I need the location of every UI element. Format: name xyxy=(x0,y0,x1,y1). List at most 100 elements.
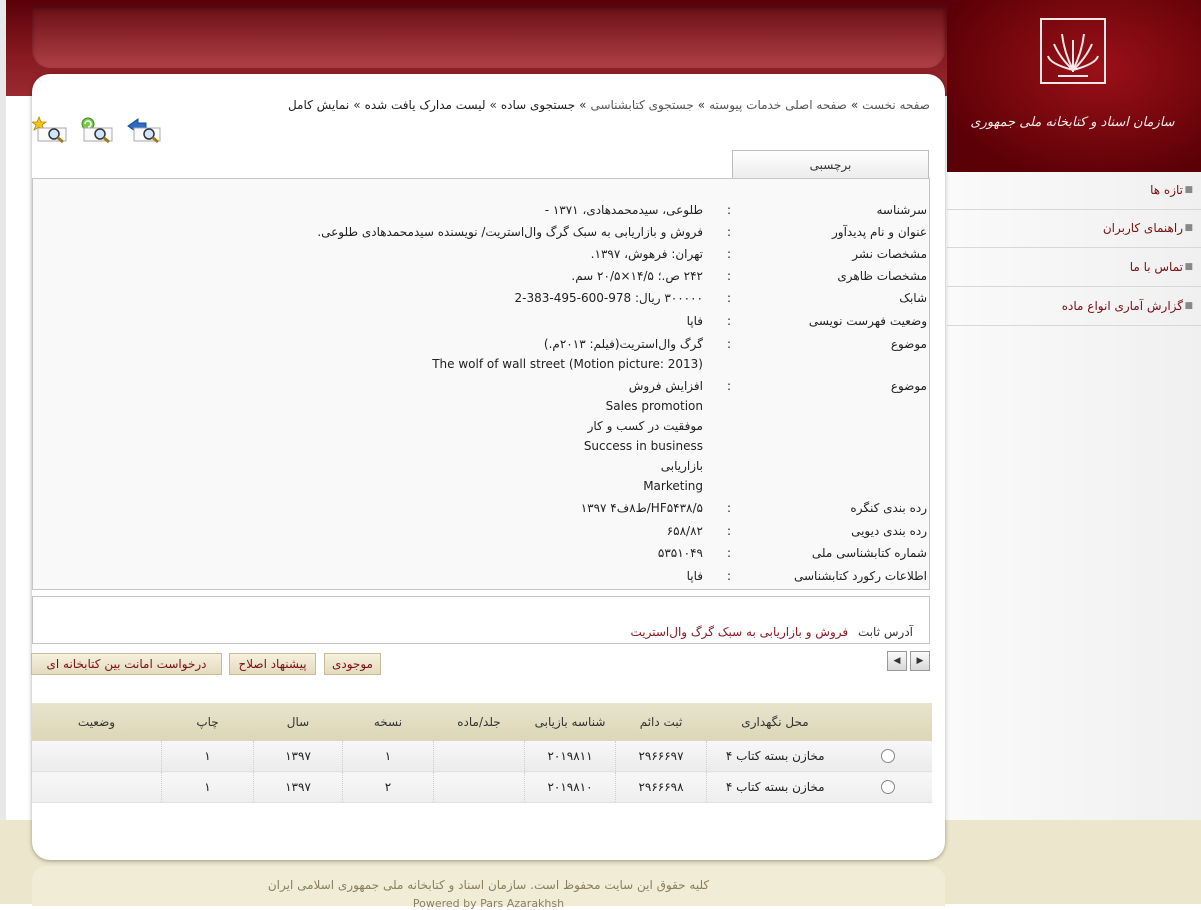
column-header-retrieval-id: شناسه بازیابی xyxy=(524,703,616,741)
record-details-panel: سرشناسه : طلوعی، سیدمحمدهادی، ۱۳۷۱ - عنو… xyxy=(32,178,930,590)
field-label: مشخصات ظاهری xyxy=(837,269,927,283)
field-value: بازاریابی xyxy=(660,459,703,473)
refresh-search-icon[interactable] xyxy=(80,116,114,144)
edition-cell: ۱ xyxy=(161,741,254,772)
breadcrumb-home[interactable]: صفحه نخست xyxy=(862,98,930,112)
accession-cell: ۲۹۶۶۶۹۷ xyxy=(615,741,707,772)
row-radio-button[interactable] xyxy=(880,749,895,764)
location-cell: مخازن بسته کتاب ۴ xyxy=(706,741,844,772)
year-cell: ۱۳۹۷ xyxy=(253,741,343,772)
record-field: رده بندی دیویی : ۶۵۸/۸۲ xyxy=(33,524,929,544)
sidebar-item-news[interactable]: ■ تازه ها xyxy=(947,172,1201,210)
column-header-status: وضعیت xyxy=(31,703,162,741)
sidebar-item-contact[interactable]: ■ تماس با ما xyxy=(947,249,1201,287)
record-field-continuation: Marketing xyxy=(33,479,929,499)
record-field-continuation: The wolf of wall street (Motion picture:… xyxy=(33,357,929,377)
record-field-continuation: موفقیت در کسب و کار xyxy=(33,419,929,439)
holdings-table: محل نگهداری ثبت دائم شناسه بازیابی جلد/م… xyxy=(31,703,932,803)
field-separator: : xyxy=(726,501,731,515)
breadcrumb-separator: » xyxy=(489,98,497,112)
left-edge-strip xyxy=(0,0,6,904)
record-field-continuation: Success in business xyxy=(33,439,929,459)
field-separator: : xyxy=(726,247,731,261)
breadcrumb: صفحه نخست»صفحه اصلی خدمات پیوسته»جستجوی … xyxy=(288,98,930,112)
sidebar-item-label: راهنمای کاربران xyxy=(1102,221,1183,235)
field-value: ۲۴۲ ص.؛ ۱۴/۵×۲۰/۵ سم. xyxy=(571,269,703,283)
interlibrary-loan-button[interactable]: درخواست امانت بین کتابخانه ای xyxy=(31,653,222,675)
field-label: شماره کتابشناسی ملی xyxy=(811,546,927,560)
triangle-right-icon: ▶ xyxy=(916,656,924,666)
suggest-correction-button[interactable]: پیشنهاد اصلاح xyxy=(229,653,316,675)
row-select-cell[interactable] xyxy=(843,771,932,803)
field-separator: : xyxy=(726,225,731,239)
record-field: وضعیت فهرست نویسی : فاپا xyxy=(33,314,929,334)
library-emblem-icon xyxy=(1040,18,1106,84)
field-value: Sales promotion xyxy=(605,399,703,413)
field-label: سرشناسه xyxy=(876,203,928,217)
tab-labeled-view[interactable]: برچسبی xyxy=(732,150,929,178)
volume-cell xyxy=(433,771,525,803)
field-label: مشخصات نشر xyxy=(852,247,927,261)
column-header-year: سال xyxy=(253,703,343,741)
field-value: فروش و بازاریابی به سبک گرگ وال‌استریت/ … xyxy=(317,225,703,239)
column-header-copy: نسخه xyxy=(342,703,434,741)
library-logo-calligraphy: سازمان اسناد و کتابخانه ملی جمهوری اسلام… xyxy=(970,115,1175,200)
record-field: شماره کتابشناسی ملی : ۵۳۵۱۰۴۹ xyxy=(33,546,929,566)
bullet-icon: ■ xyxy=(1184,262,1193,272)
breadcrumb-separator: » xyxy=(353,98,361,112)
permanent-address-box: آدرس ثابت فروش و بازاریابی به سبک گرگ وا… xyxy=(32,596,930,644)
field-label: شابک xyxy=(899,291,927,305)
breadcrumb-separator: » xyxy=(579,98,587,112)
row-select-cell[interactable] xyxy=(843,741,932,772)
sidebar-item-statistics[interactable]: ■ گزارش آماری انواع ماده xyxy=(947,288,1201,326)
bullet-icon: ■ xyxy=(1184,223,1193,233)
column-header-select xyxy=(843,703,932,741)
field-value: افزایش فروش xyxy=(628,379,703,393)
column-header-volume: جلد/ماده xyxy=(433,703,525,741)
record-field-continuation: Sales promotion xyxy=(33,399,929,419)
permanent-address: آدرس ثابت فروش و بازاریابی به سبک گرگ وا… xyxy=(631,625,914,639)
sidebar-item-label: گزارش آماری انواع ماده xyxy=(1061,299,1183,313)
record-field: مشخصات نشر : تهران: فرهوش، ۱۳۹۷. xyxy=(33,247,929,267)
copy-cell: ۱ xyxy=(342,741,434,772)
field-value: فاپا xyxy=(686,569,703,583)
field-value: فاپا xyxy=(686,314,703,328)
new-search-icon[interactable] xyxy=(30,115,67,144)
record-field: سرشناسه : طلوعی، سیدمحمدهادی، ۱۳۷۱ - xyxy=(33,203,929,223)
previous-record-button[interactable]: ◀ xyxy=(887,651,907,671)
field-value: Marketing xyxy=(643,479,703,493)
bullet-icon: ■ xyxy=(1184,301,1193,311)
field-label: عنوان و نام پدیدآور xyxy=(832,225,927,239)
breadcrumb-bibliographic-search[interactable]: جستجوی کتابشناسی xyxy=(590,98,693,112)
record-field: مشخصات ظاهری : ۲۴۲ ص.؛ ۱۴/۵×۲۰/۵ سم. xyxy=(33,269,929,289)
field-label: رده بندی کنگره xyxy=(850,501,927,515)
field-label: وضعیت فهرست نویسی xyxy=(808,314,927,328)
breadcrumb-services[interactable]: صفحه اصلی خدمات پیوسته xyxy=(709,98,847,112)
field-value: ۶۵۸/۸۲ xyxy=(666,524,703,538)
row-radio-button[interactable] xyxy=(880,780,895,795)
record-field: شابک : ۳۰۰۰۰۰ ریال: 978-600-495-383-2 xyxy=(33,291,929,311)
field-value: ۳۰۰۰۰۰ ریال: 978-600-495-383-2 xyxy=(514,291,704,305)
next-record-button[interactable]: ▶ xyxy=(910,651,930,671)
retrieval-id-cell: ۲۰۱۹۸۱۰ xyxy=(524,771,616,803)
edition-cell: ۱ xyxy=(161,771,254,803)
breadcrumb-results-list[interactable]: لیست مدارک یافت شده xyxy=(365,98,486,112)
availability-button[interactable]: موجودی xyxy=(324,653,381,675)
field-label: اطلاعات رکورد کتابشناسی xyxy=(793,569,927,583)
retrieval-id-cell: ۲۰۱۹۸۱۱ xyxy=(524,741,616,772)
sidebar-item-label: تماس با ما xyxy=(1129,260,1183,274)
record-field: رده بندی کنگره : HF۵۴۳۸/۵/ط۸ف۴ ۱۳۹۷ xyxy=(33,501,929,521)
field-label: رده بندی دیویی xyxy=(851,524,927,538)
back-search-icon[interactable] xyxy=(126,116,161,144)
permanent-address-link[interactable]: فروش و بازاریابی به سبک گرگ وال‌استریت xyxy=(631,625,849,639)
breadcrumb-simple-search[interactable]: جستجوی ساده xyxy=(501,98,575,112)
record-field: موضوع : افزایش فروش xyxy=(33,379,929,399)
column-header-accession: ثبت دائم xyxy=(615,703,707,741)
breadcrumb-separator: » xyxy=(850,98,859,112)
field-label: موضوع xyxy=(890,337,927,351)
holdings-header-row: محل نگهداری ثبت دائم شناسه بازیابی جلد/م… xyxy=(31,703,932,741)
field-value: The wolf of wall street (Motion picture:… xyxy=(432,357,703,371)
breadcrumb-separator: » xyxy=(697,98,706,112)
status-cell xyxy=(31,741,162,772)
sidebar-item-user-guide[interactable]: ■ راهنمای کاربران xyxy=(947,210,1201,248)
